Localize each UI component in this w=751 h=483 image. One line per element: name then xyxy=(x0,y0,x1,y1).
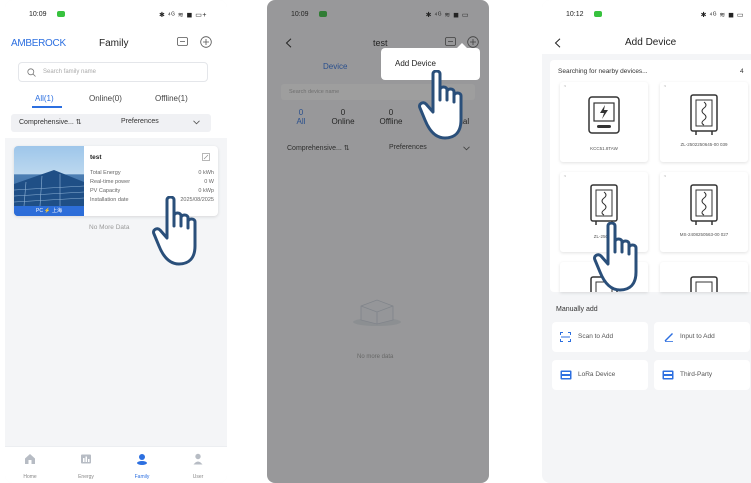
status-bar: 10:12 ✱ ⁴ᴳ ≋ ◼ ▭ xyxy=(542,0,751,30)
filter-offline-tab[interactable]: Offline(1) xyxy=(155,94,188,103)
status-time: 10:12 xyxy=(566,11,584,18)
third-party-button[interactable]: Third-Party xyxy=(654,360,750,390)
popup-arrow xyxy=(457,43,467,48)
plant-name: test xyxy=(90,154,102,161)
metric-value: 0 kWh xyxy=(198,170,214,176)
nav-energy-label: Energy xyxy=(78,474,94,480)
third-party-icon xyxy=(662,370,674,380)
user-icon xyxy=(193,453,203,465)
active-tab-underline xyxy=(32,106,62,108)
energy-icon xyxy=(81,454,91,464)
device-serial: ZL-2502250645-00 039 xyxy=(680,142,728,147)
signal-icon: ◔ xyxy=(663,174,667,180)
battery-cabinet-icon xyxy=(590,184,618,225)
tap-hand-icon xyxy=(151,196,209,268)
nearby-devices-panel: Searching for nearby devices... 4 ◔ KCC5… xyxy=(550,60,751,292)
input-to-add-button[interactable]: Input to Add xyxy=(654,322,750,352)
scan-icon xyxy=(560,332,571,342)
device-tile[interactable]: ◔ MS-2408250563-00 027 xyxy=(660,172,748,252)
search-icon xyxy=(27,68,36,77)
nav-family-label: Family xyxy=(134,474,150,480)
filter-online-tab[interactable]: Online(0) xyxy=(89,94,122,103)
metric-label: Real-time power xyxy=(90,179,131,185)
brand-logo: AMBEROCK xyxy=(11,38,66,49)
nav-home[interactable]: Home xyxy=(17,453,43,483)
input-to-add-label: Input to Add xyxy=(680,333,715,340)
device-tile[interactable]: ◔ ZL-2502250645-00 039 xyxy=(660,82,748,162)
scan-to-add-label: Scan to Add xyxy=(578,333,614,340)
status-icons: ✱ ⁴ᴳ ≋ ◼ ▭+ xyxy=(158,12,207,19)
tap-hand-icon xyxy=(592,222,650,294)
battery-indicator xyxy=(594,11,602,17)
status-time: 10:09 xyxy=(29,11,47,18)
lora-device-label: LoRa Device xyxy=(578,371,616,378)
tap-hand-icon xyxy=(417,70,475,142)
nav-energy[interactable]: Energy xyxy=(73,453,99,483)
battery-cabinet-icon xyxy=(690,184,718,225)
device-serial: KCC51.8TAW xyxy=(590,146,618,151)
back-arrow-icon[interactable] xyxy=(554,38,561,48)
nav-home-label: Home xyxy=(23,474,37,480)
third-party-label: Third-Party xyxy=(680,371,713,378)
battery-cabinet-icon xyxy=(690,94,718,135)
add-circle-icon[interactable] xyxy=(200,36,212,48)
family-icon xyxy=(137,454,147,465)
searching-text: Searching for nearby devices... xyxy=(558,68,648,75)
nav-family[interactable]: Family xyxy=(129,453,155,483)
search-input[interactable]: Search family name xyxy=(18,62,208,82)
home-icon xyxy=(25,454,35,464)
nav-user-label: User xyxy=(192,474,204,480)
phone-family-detail-screen: 10:09 ✱ ⁴ᴳ ≋ ◼ ▭ test Device Search devi… xyxy=(267,0,489,483)
signal-icon: ◔ xyxy=(563,84,567,90)
metric-label: Installation date xyxy=(90,197,129,203)
page-title: Family xyxy=(99,38,129,49)
signal-icon: ◔ xyxy=(563,174,567,180)
device-count: 4 xyxy=(740,68,744,75)
phone-add-device-screen: 10:12 ✱ ⁴ᴳ ≋ ◼ ▭ Add Device Searching fo… xyxy=(542,0,751,483)
sort-comprehensive[interactable]: Comprehensive... ⇅ xyxy=(19,118,82,126)
pencil-icon xyxy=(664,333,673,342)
device-tile[interactable]: ◔ KCC51.8TAW xyxy=(560,82,648,162)
page-title: Add Device xyxy=(625,37,677,48)
metric-value: 0 kWp xyxy=(198,188,214,194)
bottom-nav: Home Energy Family User xyxy=(5,446,227,483)
phone-family-screen: 10:09 ✱ ⁴ᴳ ≋ ◼ ▭+ AMBEROCK Family Search… xyxy=(5,0,227,483)
plant-photo: PC ⚡ 上海 xyxy=(14,146,84,216)
manual-add-title: Manually add xyxy=(556,306,598,313)
metric-label: PV Capacity xyxy=(90,188,121,194)
metric-value: 0 W xyxy=(204,179,214,185)
lora-device-button[interactable]: LoRa Device xyxy=(552,360,648,390)
device-serial: MS-2408250563-00 027 xyxy=(679,232,729,237)
status-bar: 10:09 ✱ ⁴ᴳ ≋ ◼ ▭+ xyxy=(5,0,227,30)
lora-icon xyxy=(560,370,572,380)
no-more-data-text: No More Data xyxy=(89,224,130,231)
signal-icon: ◔ xyxy=(663,84,667,90)
inverter-icon xyxy=(588,96,620,134)
filter-all-tab[interactable]: All(1) xyxy=(35,94,54,103)
search-placeholder: Search family name xyxy=(43,69,97,75)
chevron-down-icon[interactable] xyxy=(193,120,200,125)
metric-label: Total Energy xyxy=(90,170,121,176)
device-tile-partial[interactable] xyxy=(660,262,748,292)
status-icons: ✱ ⁴ᴳ ≋ ◼ ▭ xyxy=(700,12,744,19)
edit-icon[interactable] xyxy=(202,153,210,161)
nav-user[interactable]: User xyxy=(185,453,211,483)
add-device-menu-item[interactable]: Add Device xyxy=(395,59,436,68)
sort-preferences[interactable]: Preferences xyxy=(121,118,159,125)
plant-photo-caption: PC ⚡ 上海 xyxy=(36,208,62,214)
scan-to-add-button[interactable]: Scan to Add xyxy=(552,322,648,352)
message-icon[interactable] xyxy=(177,37,188,47)
battery-indicator xyxy=(57,11,65,17)
